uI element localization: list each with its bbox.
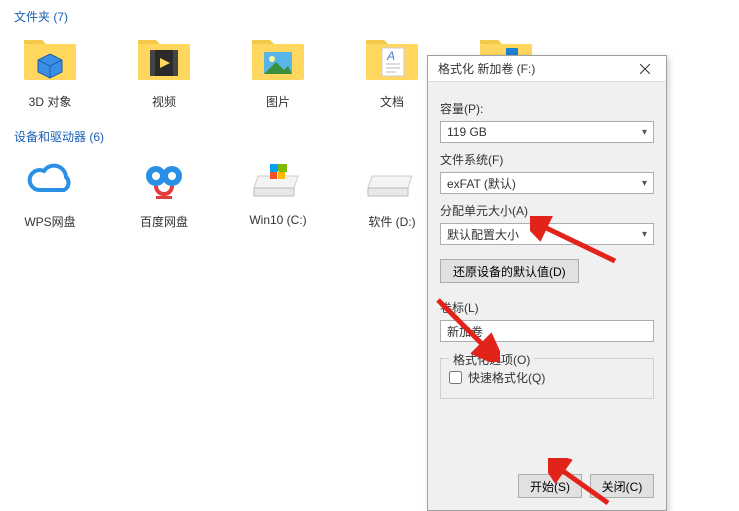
- drive-icon: [250, 151, 306, 207]
- close-button[interactable]: 关闭(C): [590, 474, 654, 498]
- volume-value: 新加卷: [447, 323, 483, 340]
- quick-format-label: 快速格式化(Q): [468, 369, 545, 386]
- filesystem-combo[interactable]: exFAT (默认) ▾: [440, 172, 654, 194]
- start-button[interactable]: 开始(S): [518, 474, 582, 498]
- folder-3d-objects[interactable]: 3D 对象: [18, 31, 82, 110]
- folder-label: 视频: [152, 93, 176, 110]
- capacity-label: 容量(P):: [440, 100, 654, 117]
- dialog-buttons: 开始(S) 关闭(C): [518, 474, 654, 498]
- quick-format-row[interactable]: 快速格式化(Q): [449, 369, 645, 386]
- chevron-down-icon: ▾: [642, 178, 647, 189]
- dialog-title: 格式化 新加卷 (F:): [438, 60, 535, 77]
- close-icon[interactable]: [630, 59, 660, 79]
- capacity-value: 119 GB: [447, 125, 487, 139]
- folder-icon: [250, 31, 306, 87]
- alloc-label: 分配单元大小(A): [440, 202, 654, 219]
- baidu-netdisk-icon: [136, 151, 192, 207]
- chevron-down-icon: ▾: [642, 127, 647, 138]
- format-options-label: 格式化选项(O): [449, 351, 534, 368]
- format-dialog: 格式化 新加卷 (F:) 容量(P): 119 GB ▾ 文件系统(F) exF…: [427, 55, 667, 511]
- chevron-down-icon: ▾: [642, 229, 647, 240]
- filesystem-value: exFAT (默认): [447, 175, 516, 192]
- drive-label: 百度网盘: [140, 213, 188, 230]
- drive-icon: [364, 151, 420, 207]
- drive-label: Win10 (C:): [249, 213, 306, 227]
- filesystem-label: 文件系统(F): [440, 151, 654, 168]
- drive-d[interactable]: 软件 (D:): [360, 151, 424, 230]
- drive-c[interactable]: Win10 (C:): [246, 151, 310, 230]
- quick-format-checkbox[interactable]: [449, 371, 462, 384]
- section-folders-label: 文件夹 (7): [14, 8, 725, 25]
- cloud-icon: [22, 151, 78, 207]
- folder-icon: A: [364, 31, 420, 87]
- drive-baidu[interactable]: 百度网盘: [132, 151, 196, 230]
- format-options-group: 格式化选项(O) 快速格式化(Q): [440, 358, 654, 399]
- dialog-body: 容量(P): 119 GB ▾ 文件系统(F) exFAT (默认) ▾ 分配单…: [428, 82, 666, 409]
- folder-label: 图片: [266, 93, 290, 110]
- drive-label: WPS网盘: [24, 213, 75, 230]
- volume-label: 卷标(L): [440, 299, 654, 316]
- folder-icon: [136, 31, 192, 87]
- drive-wps[interactable]: WPS网盘: [18, 151, 82, 230]
- folder-label: 3D 对象: [29, 93, 72, 110]
- folder-videos[interactable]: 视频: [132, 31, 196, 110]
- volume-input[interactable]: 新加卷: [440, 320, 654, 342]
- folder-icon: [22, 31, 78, 87]
- drive-label: 软件 (D:): [368, 213, 415, 230]
- folder-pictures[interactable]: 图片: [246, 31, 310, 110]
- svg-text:A: A: [386, 49, 395, 63]
- dialog-titlebar[interactable]: 格式化 新加卷 (F:): [428, 56, 666, 82]
- capacity-combo[interactable]: 119 GB ▾: [440, 121, 654, 143]
- alloc-value: 默认配置大小: [447, 226, 519, 243]
- folder-label: 文档: [380, 93, 404, 110]
- folder-documents[interactable]: A 文档: [360, 31, 424, 110]
- restore-defaults-button[interactable]: 还原设备的默认值(D): [440, 259, 579, 283]
- alloc-combo[interactable]: 默认配置大小 ▾: [440, 223, 654, 245]
